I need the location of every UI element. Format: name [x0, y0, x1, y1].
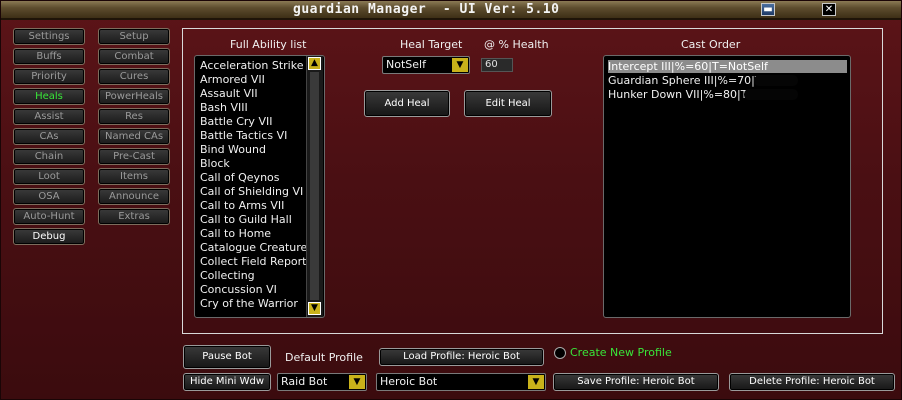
tab-setup[interactable]: Setup	[98, 28, 170, 45]
ability-scrollbar[interactable]: ▲ ▼	[306, 56, 323, 317]
tab-combat[interactable]: Combat	[98, 48, 170, 65]
cast-order-list[interactable]: Intercept III|%=60|T=NotSelf Guardian Sp…	[603, 55, 851, 318]
chevron-down-icon[interactable]: ▼	[349, 375, 365, 389]
cast-order-header: Cast Order	[681, 38, 741, 51]
title-bar[interactable]: guardian Manager - UI Ver: 5.10 ▬ ✕	[1, 1, 901, 20]
list-item[interactable]: Call of Shielding VI	[200, 185, 303, 198]
tab-auto-hunt[interactable]: Auto-Hunt	[13, 208, 85, 225]
create-profile-radio[interactable]	[554, 347, 566, 359]
redaction-mark	[754, 75, 798, 86]
tab-settings[interactable]: Settings	[13, 28, 85, 45]
list-item[interactable]: Bash VIII	[200, 101, 248, 114]
tab-named-cas[interactable]: Named CAs	[98, 128, 170, 145]
list-item[interactable]: Battle Tactics VI	[200, 129, 287, 142]
heal-target-value: NotSelf	[386, 58, 426, 71]
redaction-mark	[744, 89, 798, 100]
default-profile-value: Raid Bot	[281, 375, 328, 388]
add-heal-button[interactable]: Add Heal	[364, 90, 450, 117]
save-profile-button[interactable]: Save Profile: Heroic Bot	[553, 373, 719, 391]
list-item[interactable]: Call of Qeynos	[200, 171, 280, 184]
list-item[interactable]: Collecting	[200, 269, 255, 282]
cast-order-item[interactable]: Hunker Down VII|%=80|T=	[608, 88, 757, 101]
profile-select[interactable]: Heroic Bot ▼	[376, 373, 546, 391]
heal-target-select[interactable]: NotSelf ▼	[382, 56, 470, 74]
load-profile-button[interactable]: Load Profile: Heroic Bot	[379, 348, 544, 366]
tab-assist[interactable]: Assist	[13, 108, 85, 125]
list-item[interactable]: Assault VII	[200, 87, 258, 100]
tab-res[interactable]: Res	[98, 108, 170, 125]
list-item[interactable]: Block	[200, 157, 230, 170]
manager-window: guardian Manager - UI Ver: 5.10 ▬ ✕ Sett…	[0, 0, 902, 400]
pause-bot-button[interactable]: Pause Bot	[183, 345, 271, 369]
minimize-icon[interactable]: ▬	[761, 3, 775, 16]
list-item[interactable]: Call to Arms VII	[200, 199, 284, 212]
tab-announce[interactable]: Announce	[98, 188, 170, 205]
heal-target-label: Heal Target	[400, 38, 463, 51]
tab-debug[interactable]: Debug	[13, 228, 85, 245]
tab-chain[interactable]: Chain	[13, 148, 85, 165]
tab-extras[interactable]: Extras	[98, 208, 170, 225]
hide-mini-window-button[interactable]: Hide Mini Wdw	[183, 373, 271, 391]
close-icon[interactable]: ✕	[822, 3, 836, 16]
cast-order-item[interactable]: Intercept III|%=60|T=NotSelf	[608, 60, 847, 73]
tab-priority[interactable]: Priority	[13, 68, 85, 85]
list-item[interactable]: Armored VII	[200, 73, 265, 86]
tab-items[interactable]: Items	[98, 168, 170, 185]
edit-heal-button[interactable]: Edit Heal	[464, 90, 552, 117]
list-item[interactable]: Cry of the Warrior	[200, 297, 298, 310]
window-title: guardian Manager - UI Ver: 5.10	[293, 2, 560, 17]
default-profile-select[interactable]: Raid Bot ▼	[277, 373, 367, 391]
list-item[interactable]: Battle Cry VII	[200, 115, 272, 128]
delete-profile-button[interactable]: Delete Profile: Heroic Bot	[729, 373, 895, 391]
tab-cures[interactable]: Cures	[98, 68, 170, 85]
heals-panel: Full Ability list Acceleration Strike Arm…	[182, 28, 883, 334]
tab-cas[interactable]: CAs	[13, 128, 85, 145]
tab-osa[interactable]: OSA	[13, 188, 85, 205]
scroll-track[interactable]	[310, 72, 319, 300]
tab-pre-cast[interactable]: Pre-Cast	[98, 148, 170, 165]
list-item[interactable]: Acceleration Strike	[200, 59, 303, 72]
list-item[interactable]: Call to Home	[200, 227, 271, 240]
profile-select-value: Heroic Bot	[380, 375, 438, 388]
create-profile-label[interactable]: Create New Profile	[570, 346, 672, 359]
tab-powerheals[interactable]: PowerHeals	[98, 88, 170, 105]
default-profile-label: Default Profile	[285, 351, 363, 364]
health-input[interactable]: 60	[481, 58, 513, 72]
tab-buffs[interactable]: Buffs	[13, 48, 85, 65]
scroll-down-icon[interactable]: ▼	[308, 302, 321, 315]
scroll-up-icon[interactable]: ▲	[308, 57, 321, 70]
list-item[interactable]: Catalogue Creature	[200, 241, 307, 254]
ability-list-header: Full Ability list	[230, 38, 307, 51]
cast-order-item[interactable]: Guardian Sphere III|%=70|T=	[608, 74, 771, 87]
health-label: @ % Health	[484, 38, 549, 51]
chevron-down-icon[interactable]: ▼	[528, 375, 544, 389]
tab-loot[interactable]: Loot	[13, 168, 85, 185]
ability-list[interactable]: Acceleration Strike Armored VII Assault VI…	[194, 55, 325, 318]
list-item[interactable]: Concussion VI	[200, 283, 277, 296]
list-item[interactable]: Collect Field Reports	[200, 255, 312, 268]
list-item[interactable]: Bind Wound	[200, 143, 266, 156]
list-item[interactable]: Call to Guild Hall	[200, 213, 292, 226]
tab-heals[interactable]: Heals	[13, 88, 85, 105]
chevron-down-icon[interactable]: ▼	[452, 58, 468, 72]
